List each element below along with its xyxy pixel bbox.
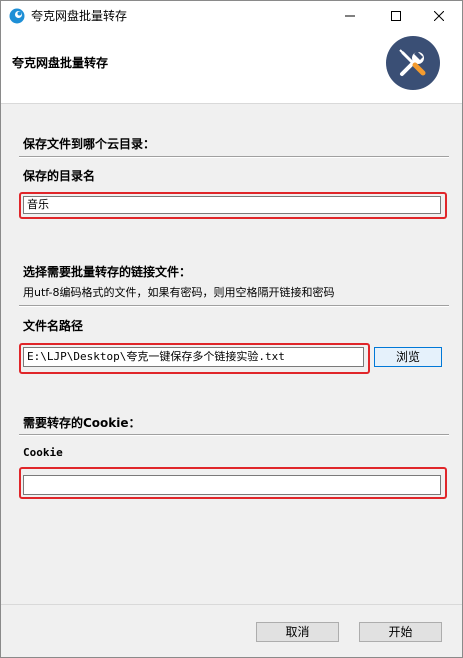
tools-icon bbox=[399, 49, 426, 76]
links-heading: 选择需要批量转存的链接文件： bbox=[23, 265, 192, 279]
maximize-icon bbox=[391, 11, 401, 21]
close-button[interactable] bbox=[416, 1, 462, 31]
cookie-heading: 需要转存的Cookie： bbox=[23, 416, 141, 430]
tools-logo bbox=[386, 36, 440, 90]
save-dir-label: 保存的目录名 bbox=[23, 169, 96, 183]
window-title: 夸克网盘批量转存 bbox=[31, 9, 128, 23]
browse-button[interactable]: 浏览 bbox=[374, 347, 442, 367]
cookie-label: Cookie bbox=[23, 446, 63, 459]
app-icon bbox=[9, 8, 25, 24]
divider bbox=[19, 305, 449, 307]
divider bbox=[19, 434, 449, 436]
wizard-header: 夸克网盘批量转存 bbox=[1, 31, 462, 104]
maximize-button[interactable] bbox=[373, 1, 419, 31]
links-hint: 用utf-8编码格式的文件，如果有密码，则用空格隔开链接和密码 bbox=[23, 286, 335, 299]
save-dir-highlight bbox=[19, 192, 447, 219]
cancel-button[interactable]: 取消 bbox=[256, 622, 339, 642]
divider bbox=[19, 156, 449, 158]
close-icon bbox=[434, 11, 444, 21]
footer-divider bbox=[1, 604, 462, 605]
header-title: 夸克网盘批量转存 bbox=[12, 56, 109, 70]
file-path-highlight bbox=[19, 343, 370, 374]
start-button[interactable]: 开始 bbox=[359, 622, 442, 642]
app-window: 夸克网盘批量转存 夸克网盘批量转存 保存文件到哪个云目录： 保存的目录名 音乐 … bbox=[0, 0, 463, 658]
minimize-button[interactable] bbox=[327, 1, 373, 31]
minimize-icon bbox=[345, 15, 355, 17]
file-path-label: 文件名路径 bbox=[23, 319, 84, 333]
cookie-highlight bbox=[19, 467, 447, 499]
save-dir-heading: 保存文件到哪个云目录： bbox=[23, 137, 156, 151]
title-bar: 夸克网盘批量转存 bbox=[1, 1, 462, 31]
